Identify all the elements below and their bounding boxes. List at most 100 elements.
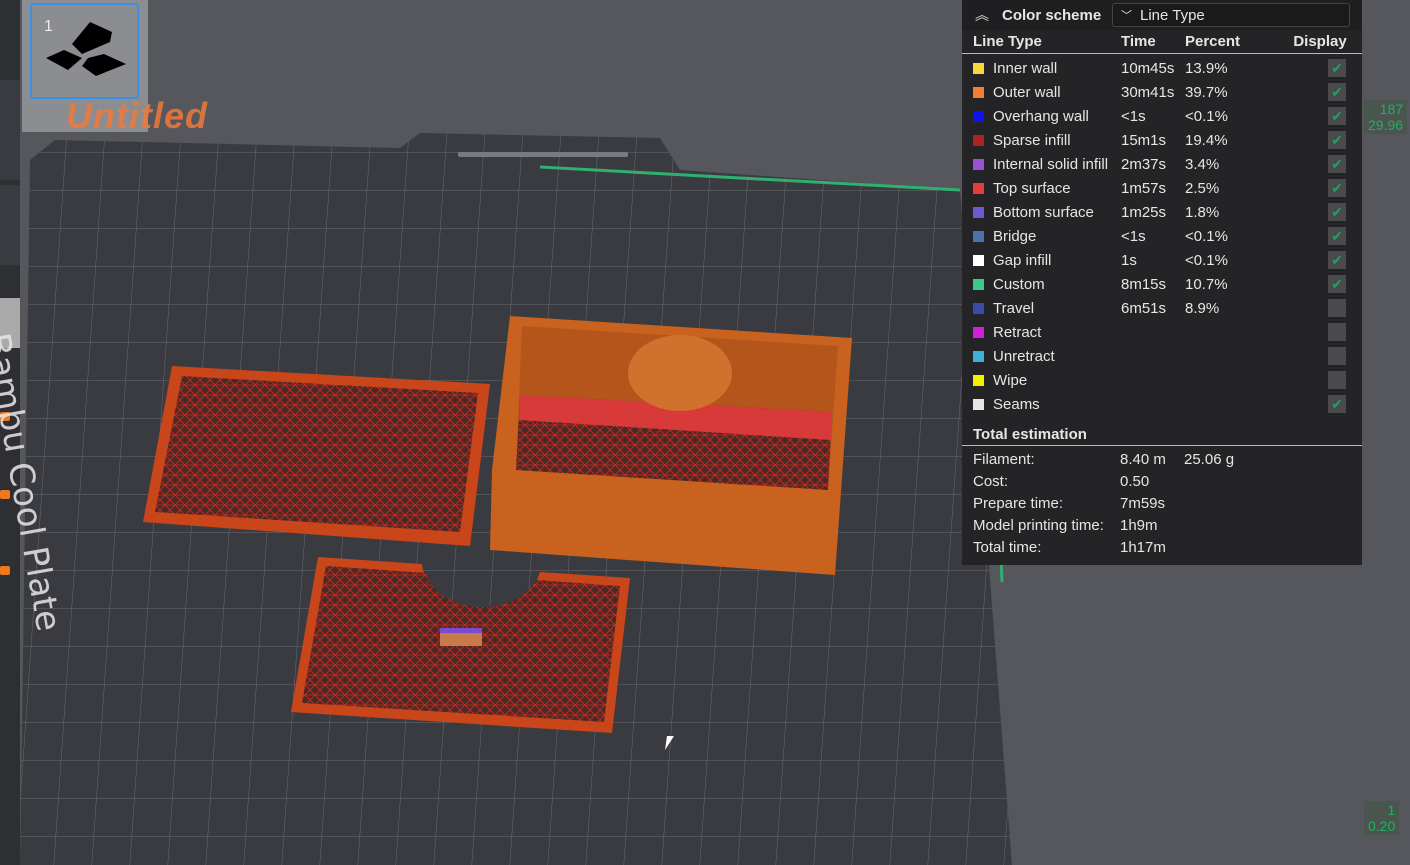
line-type-percent: 1.8% <box>1185 203 1220 221</box>
color-swatch <box>973 110 984 122</box>
legend-header: Line Type Time Percent Display <box>962 30 1362 54</box>
bottom-layer: 1 <box>1387 802 1396 818</box>
top-height: 29.96 <box>1368 117 1404 133</box>
estimation-row: Prepare time: 7m59s <box>962 492 1362 514</box>
chevron-down-icon: ﹀ <box>1121 10 1132 22</box>
display-checkbox[interactable] <box>1328 347 1346 365</box>
estimation-extra: 25.06 g <box>1184 450 1235 468</box>
line-type-name: Overhang wall <box>993 107 1089 125</box>
line-type-time: <1s <box>1121 227 1146 245</box>
display-checkbox[interactable]: ✔ <box>1328 227 1346 245</box>
display-checkbox[interactable]: ✔ <box>1328 275 1346 293</box>
line-type-name: Custom <box>993 275 1045 293</box>
line-type-time: 30m41s <box>1121 83 1175 101</box>
estimation-key: Model printing time: <box>973 516 1104 534</box>
line-type-percent: 2.5% <box>1185 179 1220 197</box>
line-type-time: 15m1s <box>1121 131 1167 149</box>
line-type-percent: <0.1% <box>1185 251 1228 269</box>
toolbar-group[interactable] <box>0 185 20 265</box>
line-type-name: Travel <box>993 299 1035 317</box>
color-swatch <box>973 254 984 266</box>
line-type-percent: 3.4% <box>1185 155 1220 173</box>
display-checkbox[interactable]: ✔ <box>1328 251 1346 269</box>
line-type-name: Gap infill <box>993 251 1052 269</box>
line-type-percent: 8.9% <box>1185 299 1220 317</box>
scheme-value: Line Type <box>1140 6 1205 24</box>
layer-slider-top-readout[interactable]: 187 29.96 <box>1364 100 1408 134</box>
line-type-name: Sparse infill <box>993 131 1071 149</box>
line-type-time: <1s <box>1121 107 1146 125</box>
legend-row: Unretract <box>962 344 1362 368</box>
col-time: Time <box>1121 33 1156 50</box>
estimation-row: Filament: 8.40 m 25.06 g <box>962 448 1362 470</box>
collapse-icon[interactable]: ︽ <box>962 5 1002 25</box>
legend-row: Bottom surface 1m25s 1.8% ✔ <box>962 200 1362 224</box>
layer-slider-bottom-readout[interactable]: 1 0.20 <box>1364 801 1400 835</box>
legend-row: Top surface 1m57s 2.5% ✔ <box>962 176 1362 200</box>
display-checkbox[interactable]: ✔ <box>1328 203 1346 221</box>
line-type-time: 8m15s <box>1121 275 1167 293</box>
line-type-name: Outer wall <box>993 83 1061 101</box>
estimation-row: Cost: 0.50 <box>962 470 1362 492</box>
legend-row: Sparse infill 15m1s 19.4% ✔ <box>962 128 1362 152</box>
line-type-time: 1m25s <box>1121 203 1167 221</box>
line-type-time: 1m57s <box>1121 179 1167 197</box>
display-checkbox[interactable]: ✔ <box>1328 395 1346 413</box>
estimation-value: 0.50 <box>1120 472 1150 490</box>
display-checkbox[interactable] <box>1328 323 1346 341</box>
estimation-value: 1h9m <box>1120 516 1158 534</box>
display-checkbox[interactable]: ✔ <box>1328 83 1346 101</box>
estimation-key: Prepare time: <box>973 494 1064 512</box>
color-swatch <box>973 182 984 194</box>
display-checkbox[interactable]: ✔ <box>1328 59 1346 77</box>
estimation-value: 1h17m <box>1120 538 1166 556</box>
line-type-percent: 39.7% <box>1185 83 1228 101</box>
line-type-name: Internal solid infill <box>993 155 1109 173</box>
line-type-time: 2m37s <box>1121 155 1167 173</box>
legend-panel: ︽ Color scheme ﹀ Line Type Line Type Tim… <box>962 0 1362 565</box>
line-type-name: Seams <box>993 395 1040 413</box>
line-type-percent: <0.1% <box>1185 107 1228 125</box>
color-swatch <box>973 398 984 410</box>
estimation-key: Filament: <box>973 450 1035 468</box>
line-type-percent: 19.4% <box>1185 131 1228 149</box>
color-swatch <box>973 278 984 290</box>
color-scheme-dropdown[interactable]: ﹀ Line Type <box>1112 3 1350 27</box>
estimation-row: Total time: 1h17m <box>962 536 1362 558</box>
legend-row: Bridge <1s <0.1% ✔ <box>962 224 1362 248</box>
legend-row: Seams ✔ <box>962 392 1362 416</box>
estimation-value: 7m59s <box>1120 494 1166 512</box>
legend-row: Wipe <box>962 368 1362 392</box>
display-checkbox[interactable]: ✔ <box>1328 107 1346 125</box>
legend-row: Internal solid infill 2m37s 3.4% ✔ <box>962 152 1362 176</box>
line-type-percent: 13.9% <box>1185 59 1228 77</box>
left-tray-object[interactable] <box>143 366 490 546</box>
color-swatch <box>973 302 984 314</box>
line-type-time: 6m51s <box>1121 299 1167 317</box>
display-checkbox[interactable]: ✔ <box>1328 131 1346 149</box>
legend-row: Travel 6m51s 8.9% <box>962 296 1362 320</box>
display-checkbox[interactable]: ✔ <box>1328 179 1346 197</box>
display-checkbox[interactable]: ✔ <box>1328 155 1346 173</box>
col-display: Display <box>1293 33 1347 50</box>
line-type-name: Wipe <box>993 371 1028 389</box>
estimation-value: 8.40 m <box>1120 450 1166 468</box>
line-type-percent: <0.1% <box>1185 227 1228 245</box>
lock-icon[interactable] <box>0 566 10 575</box>
box-object[interactable] <box>490 316 852 575</box>
toolbar-group[interactable] <box>0 80 20 180</box>
line-type-percent: 10.7% <box>1185 275 1228 293</box>
display-checkbox[interactable] <box>1328 299 1346 317</box>
legend-row: Inner wall 10m45s 13.9% ✔ <box>962 56 1362 80</box>
legend-row: Outer wall 30m41s 39.7% ✔ <box>962 80 1362 104</box>
color-swatch <box>973 230 984 242</box>
legend-row: Overhang wall <1s <0.1% ✔ <box>962 104 1362 128</box>
line-type-time: 1s <box>1121 251 1137 269</box>
estimation-key: Cost: <box>973 472 1009 490</box>
col-percent: Percent <box>1185 33 1241 50</box>
legend-row: Custom 8m15s 10.7% ✔ <box>962 272 1362 296</box>
color-swatch <box>973 350 984 362</box>
display-checkbox[interactable] <box>1328 371 1346 389</box>
line-type-name: Inner wall <box>993 59 1058 77</box>
legend-row: Retract <box>962 320 1362 344</box>
